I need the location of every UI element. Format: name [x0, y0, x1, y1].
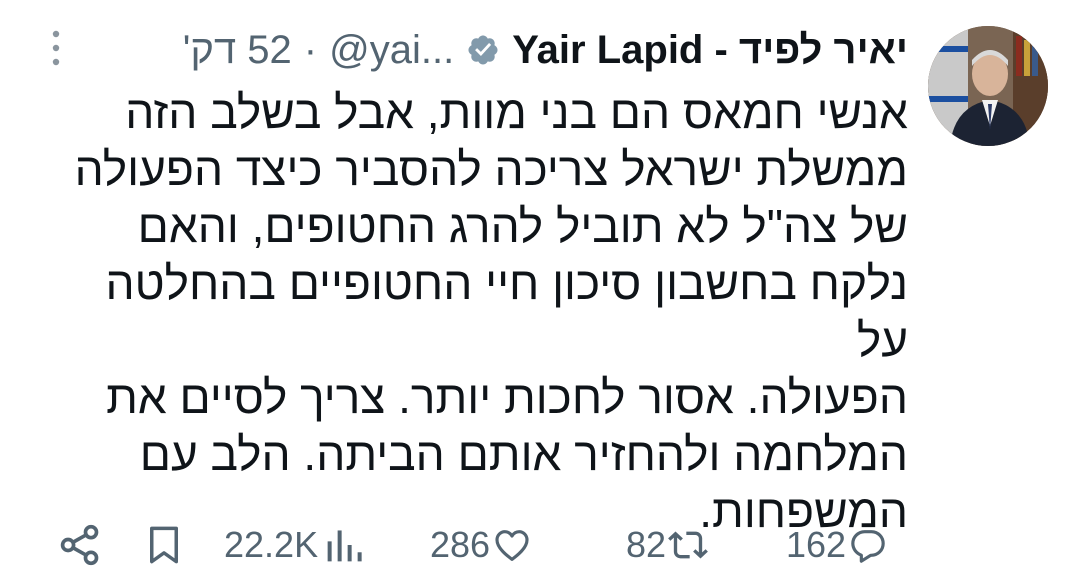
timestamp[interactable]: 52 דק' — [183, 22, 292, 78]
share-button[interactable] — [58, 515, 102, 575]
heart-icon — [495, 530, 529, 561]
retweet-count: 82 — [626, 524, 667, 565]
verified-badge-icon — [468, 35, 498, 65]
views-chart-icon — [327, 530, 362, 562]
display-name[interactable]: יאיר לפיד - Yair Lapid — [512, 22, 908, 78]
bookmark-button[interactable] — [146, 515, 182, 575]
avatar-image — [928, 26, 1048, 146]
avatar[interactable] — [928, 26, 1048, 146]
views-button[interactable]: 22.2K — [224, 515, 366, 575]
tweet[interactable]: יאיר לפיד - Yair Lapid @yai... · 52 דק' … — [0, 0, 1080, 585]
tweet-text: אנשי חמאס הם בני מוות, אבל בשלב הזה ממשל… — [74, 86, 908, 537]
share-icon — [60, 524, 99, 566]
reply-button[interactable]: 162 — [786, 515, 888, 575]
bookmark-icon — [150, 526, 178, 564]
separator-dot: · — [303, 28, 318, 72]
views-count: 22.2K — [224, 524, 319, 565]
retweet-button[interactable]: 82 — [626, 515, 708, 575]
tweet-header: יאיר לפיד - Yair Lapid @yai... · 52 דק' — [40, 22, 908, 78]
handle[interactable]: @yai... — [329, 22, 454, 78]
like-count: 286 — [430, 524, 491, 565]
reply-icon — [851, 530, 885, 563]
reply-count: 162 — [786, 524, 847, 565]
action-bar: 162 82 286 22.2K — [0, 515, 1080, 575]
retweet-icon — [668, 531, 708, 559]
like-button[interactable]: 286 — [430, 515, 532, 575]
more-vertical-icon[interactable] — [46, 28, 66, 68]
